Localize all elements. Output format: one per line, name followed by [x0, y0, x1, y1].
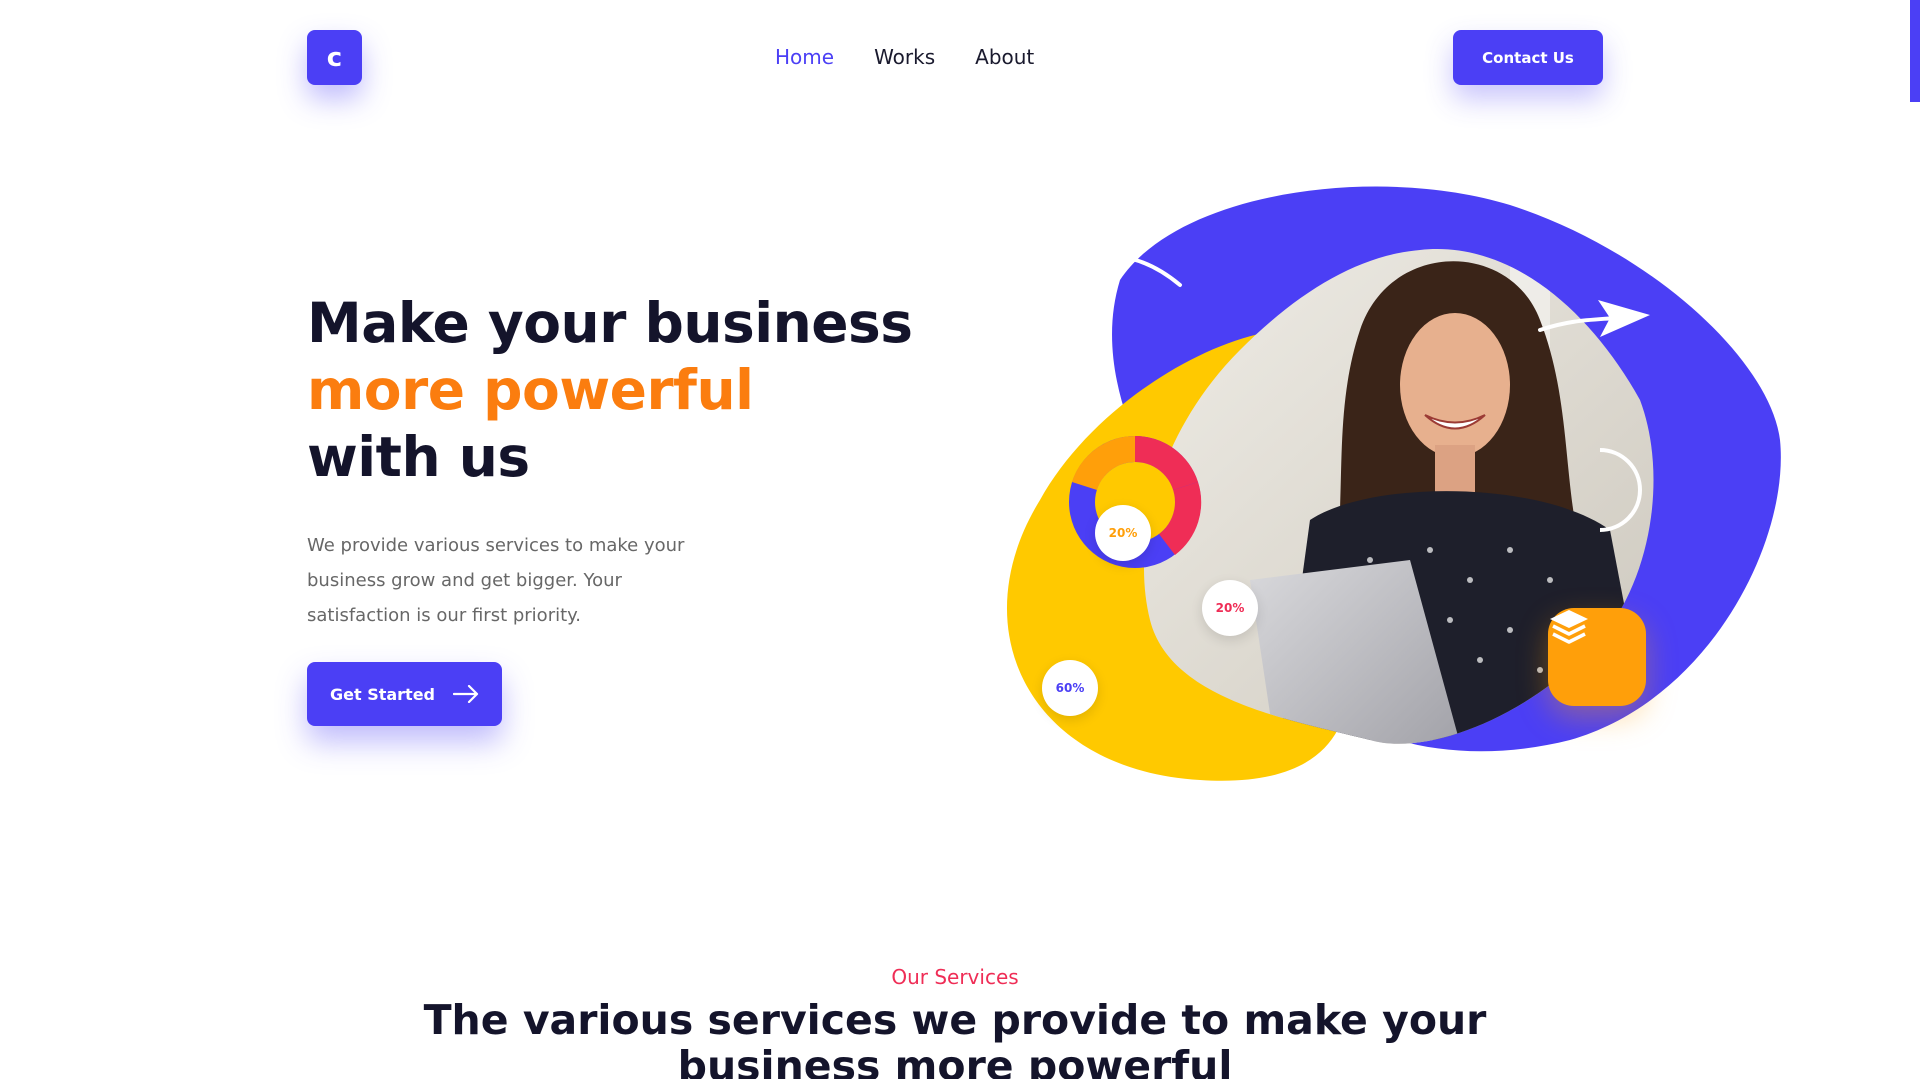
- donut-badge-orange: 20%: [1095, 505, 1151, 561]
- scrollbar-thumb[interactable]: [1910, 0, 1920, 102]
- layers-icon: [1550, 610, 1588, 644]
- hero-description: We provide various services to make your…: [307, 535, 685, 626]
- hero-title-line-3: with us: [307, 425, 530, 489]
- services-title: The various services we provide to make …: [423, 996, 1487, 1079]
- nav-item-about[interactable]: About: [975, 45, 1034, 69]
- hero-title: Make your business more powerful with us: [307, 290, 913, 491]
- hero-title-line-1: Make your business: [307, 291, 913, 355]
- get-started-button[interactable]: Get Started: [307, 662, 502, 726]
- arrow-right-icon: [453, 685, 479, 703]
- logo[interactable]: c: [307, 30, 362, 85]
- donut-badge-blue: 60%: [1042, 660, 1098, 716]
- hero-title-accent: more powerful: [307, 358, 754, 422]
- get-started-label: Get Started: [329, 684, 435, 704]
- logo-letter: c: [326, 42, 343, 73]
- nav-item-home[interactable]: Home: [775, 45, 834, 69]
- layers-tile: [1548, 608, 1646, 706]
- main-nav: Home Works About: [775, 45, 1034, 69]
- contact-us-button[interactable]: Contact Us: [1453, 30, 1603, 85]
- nav-item-works[interactable]: Works: [874, 45, 935, 69]
- hero-illustration: 20% 20% 60%: [950, 180, 1800, 800]
- services-kicker: Our Services: [891, 965, 1019, 989]
- donut-badge-pink: 20%: [1202, 580, 1258, 636]
